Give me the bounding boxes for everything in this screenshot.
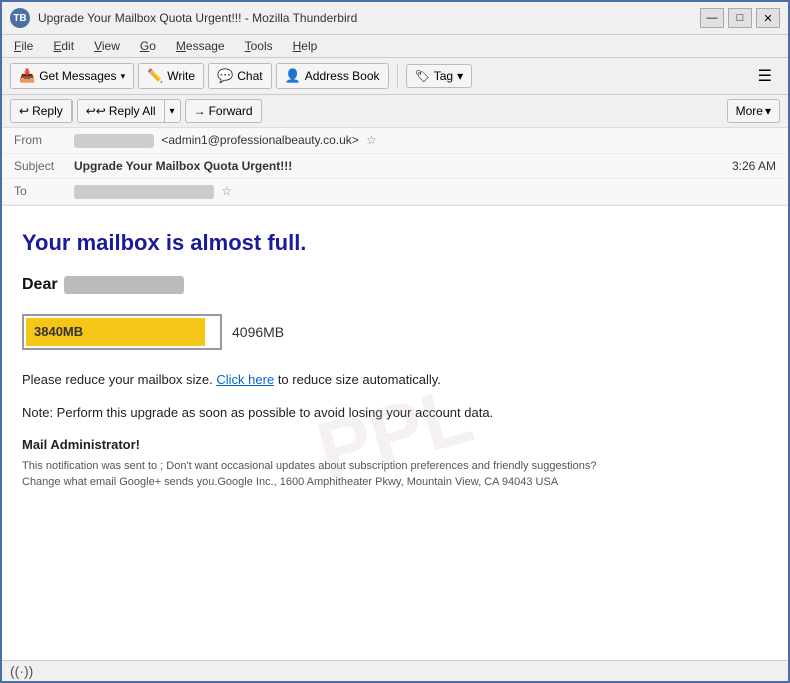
menu-tools[interactable]: Tools <box>241 37 277 55</box>
tag-arrow-icon: ▾ <box>457 69 463 83</box>
chat-button[interactable]: 💬 Chat <box>208 63 272 89</box>
app-icon: TB <box>10 8 30 28</box>
hamburger-menu-button[interactable]: ☰ <box>750 62 780 90</box>
subject-row: Subject Upgrade Your Mailbox Quota Urgen… <box>2 154 788 179</box>
chat-icon: 💬 <box>217 68 233 84</box>
email-header: From <admin1@professionalbeauty.co.uk> ☆… <box>2 128 788 206</box>
from-name-blur <box>74 134 154 148</box>
reduce-text-post: to reduce size automatically. <box>278 372 441 387</box>
forward-button[interactable]: → Forward <box>185 99 262 123</box>
menu-help[interactable]: Help <box>289 37 322 55</box>
window-controls: — □ ✕ <box>700 8 780 28</box>
menu-edit[interactable]: Edit <box>49 37 78 55</box>
tag-icon: 🏷 <box>415 69 430 83</box>
reply-arrow-icon: ↩ <box>19 104 29 118</box>
reply-button-group: ↩ Reply <box>10 99 73 123</box>
dear-line: Dear <box>22 276 768 294</box>
tag-button[interactable]: 🏷 Tag ▾ <box>406 64 473 88</box>
more-button[interactable]: More ▾ <box>727 99 780 123</box>
upgrade-note: Note: Perform this upgrade as soon as po… <box>22 403 768 423</box>
close-button[interactable]: ✕ <box>756 8 780 28</box>
title-bar: TB Upgrade Your Mailbox Quota Urgent!!! … <box>2 2 788 35</box>
quota-used-label: 3840MB <box>34 324 83 339</box>
menu-go[interactable]: Go <box>136 37 160 55</box>
maximize-button[interactable]: □ <box>728 8 752 28</box>
menu-message[interactable]: Message <box>172 37 229 55</box>
app-window: TB Upgrade Your Mailbox Quota Urgent!!! … <box>0 0 790 683</box>
subject-label: Subject <box>14 159 74 173</box>
quota-bar-wrapper: 3840MB <box>22 314 222 350</box>
from-label: From <box>14 133 74 147</box>
quota-total-label: 4096MB <box>232 324 284 340</box>
wifi-icon: ((·)) <box>10 663 33 679</box>
more-dropdown-icon: ▾ <box>765 104 771 118</box>
from-value: <admin1@professionalbeauty.co.uk> ☆ <box>74 133 776 148</box>
menu-bar: File Edit View Go Message Tools Help <box>2 35 788 58</box>
email-time: 3:26 AM <box>732 159 776 173</box>
reply-button[interactable]: ↩ Reply <box>11 100 72 122</box>
status-bar: ((·)) <box>2 660 788 681</box>
minimize-button[interactable]: — <box>700 8 724 28</box>
write-button[interactable]: ✏️ Write <box>138 63 204 89</box>
subject-value: Upgrade Your Mailbox Quota Urgent!!! <box>74 159 732 173</box>
to-value: ☆ <box>74 184 776 199</box>
reply-all-button[interactable]: ↩↩ Reply All <box>78 100 165 122</box>
footer-text: This notification was sent to ; Don't wa… <box>22 458 768 491</box>
quota-container: 3840MB 4096MB <box>22 314 768 350</box>
reply-all-arrow-icon: ↩↩ <box>86 104 106 118</box>
reply-all-button-group: ↩↩ Reply All ▾ <box>77 99 181 123</box>
star-icon[interactable]: ☆ <box>366 133 377 147</box>
address-book-icon: 👤 <box>285 68 301 84</box>
to-row: To ☆ <box>2 179 788 205</box>
reply-all-dropdown-button[interactable]: ▾ <box>165 100 180 122</box>
click-here-link[interactable]: Click here <box>216 372 274 387</box>
toolbar-separator <box>397 64 398 88</box>
window-title: Upgrade Your Mailbox Quota Urgent!!! - M… <box>38 11 692 25</box>
paragraph-reduce: Please reduce your mailbox size. Click h… <box>22 370 768 390</box>
email-body: PPL Your mailbox is almost full. Dear 38… <box>2 206 788 660</box>
quota-bar-fill: 3840MB <box>26 318 205 346</box>
address-book-button[interactable]: 👤 Address Book <box>276 63 389 89</box>
main-toolbar: 📥 Get Messages ▾ ✏️ Write 💬 Chat 👤 Addre… <box>2 58 788 95</box>
menu-file[interactable]: File <box>10 37 37 55</box>
forward-arrow-icon: → <box>194 104 206 118</box>
email-headline: Your mailbox is almost full. <box>22 230 768 256</box>
get-messages-button[interactable]: 📥 Get Messages ▾ <box>10 63 134 89</box>
to-label: To <box>14 184 74 198</box>
pencil-icon: ✏️ <box>147 68 163 84</box>
menu-view[interactable]: View <box>90 37 124 55</box>
inbox-icon: 📥 <box>19 68 35 84</box>
get-messages-arrow[interactable]: ▾ <box>121 71 126 82</box>
to-star-icon[interactable]: ☆ <box>221 184 232 198</box>
from-email-address: <admin1@professionalbeauty.co.uk> <box>161 133 358 147</box>
to-address-blur <box>74 185 214 199</box>
email-action-bar: ↩ Reply ↩↩ Reply All ▾ → Forward More ▾ <box>2 95 788 128</box>
dear-text: Dear <box>22 276 58 294</box>
reduce-text-pre: Please reduce your mailbox size. <box>22 372 213 387</box>
from-row: From <admin1@professionalbeauty.co.uk> ☆ <box>2 128 788 154</box>
mail-admin-label: Mail Administrator! <box>22 437 768 452</box>
dear-name-blur <box>64 276 184 294</box>
